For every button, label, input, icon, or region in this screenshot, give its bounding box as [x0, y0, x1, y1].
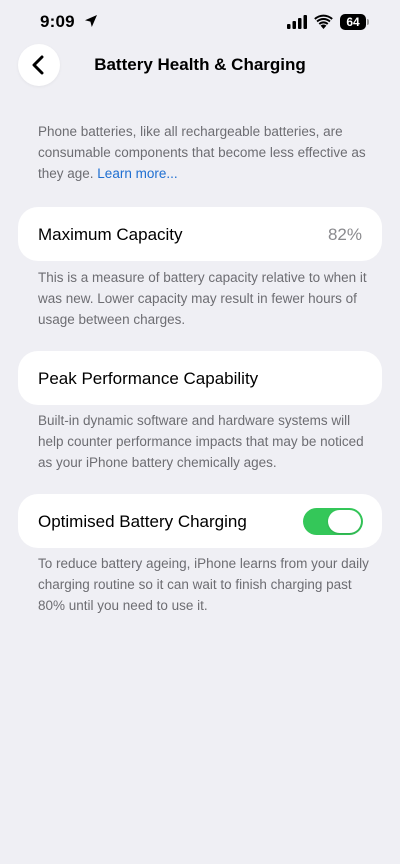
optimised-charging-row: Optimised Battery Charging — [18, 494, 382, 548]
peak-performance-row[interactable]: Peak Performance Capability — [18, 351, 382, 405]
peak-performance-footnote: Built-in dynamic software and hardware s… — [38, 413, 364, 470]
optimised-charging-label: Optimised Battery Charging — [38, 512, 247, 531]
intro-description: Phone batteries, like all rechargeable b… — [38, 121, 378, 184]
maximum-capacity-value: 82% — [327, 225, 362, 244]
intro-text: Phone batteries, like all rechargeable b… — [38, 124, 366, 181]
wifi-icon — [314, 14, 333, 29]
battery-icon: 64 — [340, 14, 370, 30]
optimised-charging-toggle[interactable] — [303, 508, 363, 535]
page-title: Battery Health & Charging — [94, 55, 306, 74]
learn-more-link[interactable]: Learn more... — [97, 166, 177, 181]
maximum-capacity-footnote: This is a measure of battery capacity re… — [38, 270, 367, 327]
location-arrow-icon — [85, 15, 97, 27]
peak-performance-label: Peak Performance Capability — [38, 369, 259, 388]
toggle-knob — [328, 510, 361, 533]
status-time: 9:09 — [40, 12, 75, 31]
maximum-capacity-label: Maximum Capacity — [38, 225, 183, 244]
signal-icon — [287, 15, 307, 29]
status-bar: 9:09 64 — [0, 0, 400, 44]
optimised-charging-footnote: To reduce battery ageing, iPhone learns … — [38, 556, 369, 613]
maximum-capacity-row: Maximum Capacity 82% — [18, 207, 382, 261]
battery-tip — [367, 19, 369, 25]
battery-level: 64 — [340, 14, 366, 30]
